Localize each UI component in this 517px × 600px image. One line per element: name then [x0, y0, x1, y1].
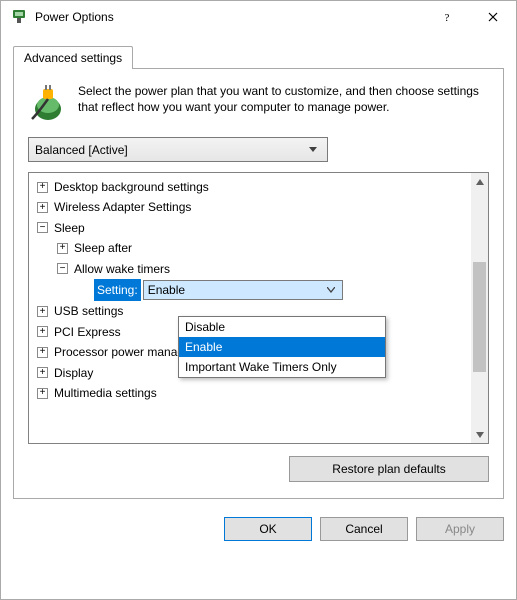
wake-timer-dropdown-popup: Disable Enable Important Wake Timers Onl… [178, 316, 386, 378]
tab-body: Select the power plan that you want to c… [13, 68, 504, 499]
power-plug-icon [28, 83, 68, 123]
settings-tree[interactable]: + Desktop background settings + Wireless… [29, 173, 471, 443]
power-plan-selected: Balanced [Active] [35, 143, 305, 157]
wake-timer-value: Enable [148, 280, 324, 300]
tree-scrollbar[interactable] [471, 173, 488, 443]
power-options-icon [11, 9, 27, 25]
chevron-down-icon [324, 287, 338, 293]
scroll-thumb[interactable] [473, 262, 486, 372]
scroll-track[interactable] [471, 190, 488, 426]
tree-item-sleep[interactable]: − Sleep [31, 218, 469, 238]
dialog-footer: OK Cancel Apply [1, 507, 516, 555]
wake-timer-dropdown[interactable]: Enable [143, 280, 343, 300]
tab-advanced-settings[interactable]: Advanced settings [13, 46, 133, 69]
scroll-down-button[interactable] [471, 426, 488, 443]
close-button[interactable] [470, 1, 516, 33]
chevron-down-icon [305, 147, 321, 153]
tree-item-sleep-after[interactable]: + Sleep after [31, 238, 469, 258]
intro-text: Select the power plan that you want to c… [78, 83, 489, 123]
intro-row: Select the power plan that you want to c… [28, 83, 489, 123]
settings-tree-panel: + Desktop background settings + Wireless… [28, 172, 489, 444]
titlebar: Power Options ? [1, 1, 516, 33]
window-title: Power Options [35, 10, 424, 24]
tree-item-desktop-background[interactable]: + Desktop background settings [31, 177, 469, 197]
svg-text:?: ? [445, 12, 450, 22]
expand-icon[interactable]: + [37, 202, 48, 213]
restore-defaults-button[interactable]: Restore plan defaults [289, 456, 489, 482]
expand-icon[interactable]: + [37, 306, 48, 317]
collapse-icon[interactable]: − [57, 263, 68, 274]
scroll-up-button[interactable] [471, 173, 488, 190]
tree-item-wireless-adapter[interactable]: + Wireless Adapter Settings [31, 197, 469, 217]
expand-icon[interactable]: + [37, 347, 48, 358]
expand-icon[interactable]: + [37, 367, 48, 378]
tree-item-wake-timer-setting[interactable]: Setting: Enable [31, 279, 469, 301]
expand-icon[interactable]: + [37, 326, 48, 337]
option-disable[interactable]: Disable [179, 317, 385, 337]
tree-item-multimedia[interactable]: + Multimedia settings [31, 383, 469, 403]
power-plan-dropdown[interactable]: Balanced [Active] [28, 137, 328, 162]
tabstrip: Advanced settings [13, 45, 504, 68]
expand-icon[interactable]: + [57, 243, 68, 254]
collapse-icon[interactable]: − [37, 222, 48, 233]
expand-icon[interactable]: + [37, 388, 48, 399]
option-important-only[interactable]: Important Wake Timers Only [179, 357, 385, 377]
cancel-button[interactable]: Cancel [320, 517, 408, 541]
apply-button[interactable]: Apply [416, 517, 504, 541]
tree-item-allow-wake-timers[interactable]: − Allow wake timers [31, 259, 469, 279]
help-button[interactable]: ? [424, 1, 470, 33]
option-enable[interactable]: Enable [179, 337, 385, 357]
ok-button[interactable]: OK [224, 517, 312, 541]
expand-icon[interactable]: + [37, 182, 48, 193]
setting-label: Setting: [94, 279, 141, 301]
